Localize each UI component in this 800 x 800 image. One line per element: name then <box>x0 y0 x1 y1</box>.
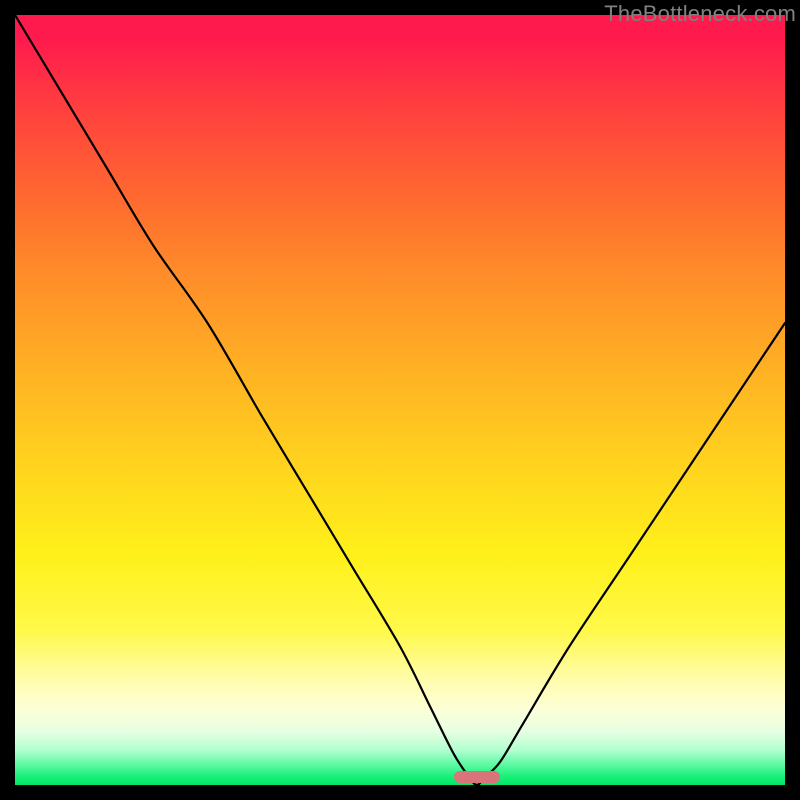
bottleneck-curve <box>15 15 785 785</box>
watermark-text: TheBottleneck.com <box>604 1 796 27</box>
optimal-marker <box>454 771 500 783</box>
plot-area <box>15 15 785 785</box>
chart-frame: TheBottleneck.com <box>0 0 800 800</box>
